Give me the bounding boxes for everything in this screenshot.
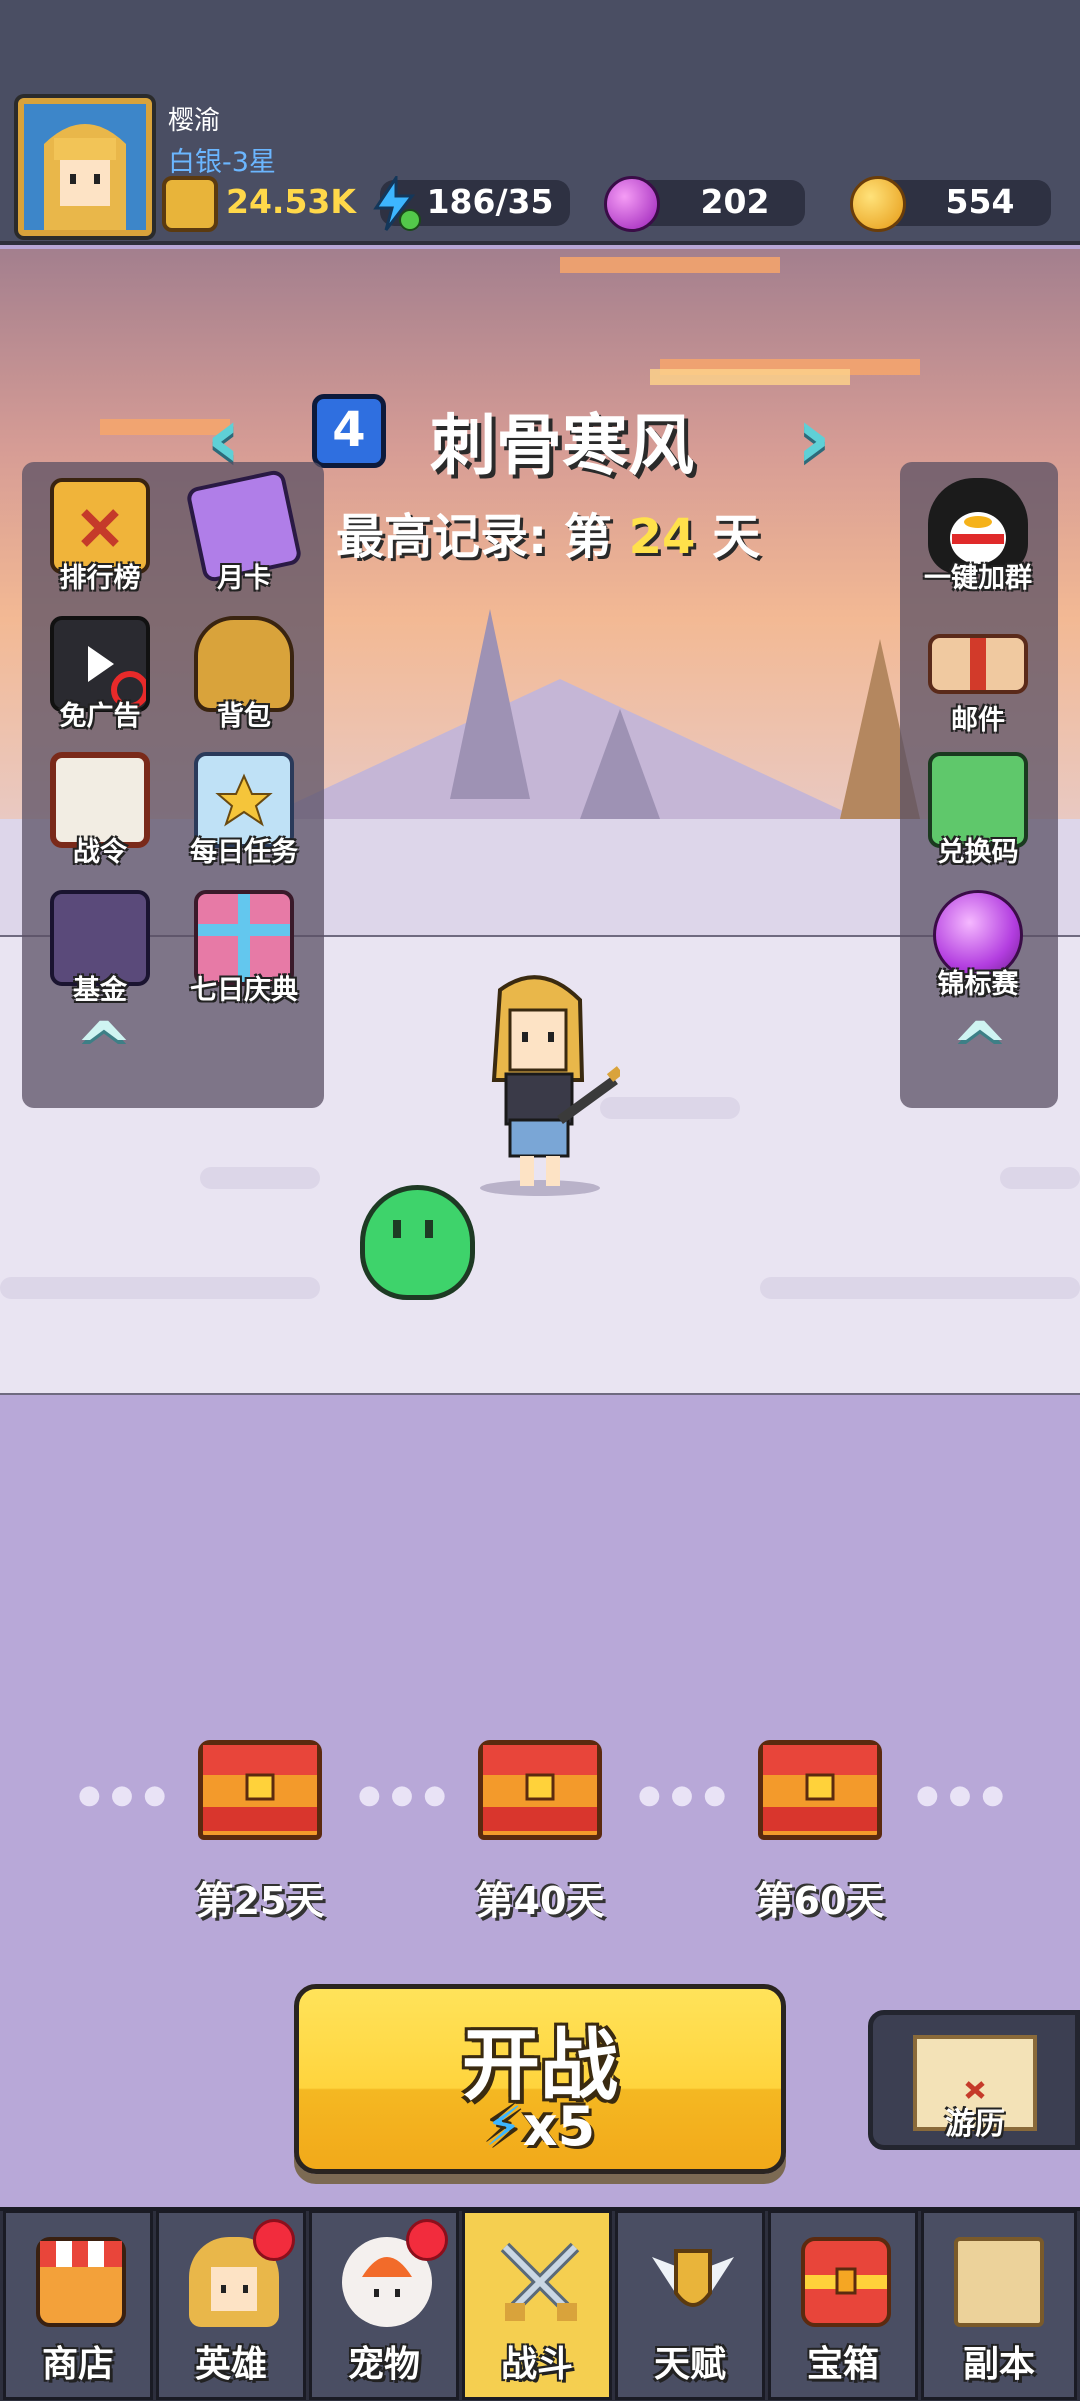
best-record-day: 24 bbox=[628, 509, 696, 565]
collapse-left-chevron-icon[interactable]: ^ bbox=[58, 1013, 150, 1083]
daily-tasks-label: 每日任务 bbox=[190, 837, 298, 868]
player-avatar[interactable] bbox=[18, 98, 152, 236]
purple-gem-icon[interactable] bbox=[604, 176, 660, 232]
reward-chest-40[interactable] bbox=[478, 1740, 602, 1840]
start-battle-button[interactable]: 开战 ⚡x5 bbox=[294, 1984, 786, 2174]
best-record: 最高记录: 第 24 天 bbox=[336, 509, 761, 565]
leaderboard-label: 排行榜 bbox=[59, 563, 141, 594]
reward-label-25: 第25天 bbox=[195, 1879, 325, 1923]
tab-chest-label: 宝箱 bbox=[806, 2344, 879, 2385]
travel-button[interactable]: 游历 bbox=[868, 2010, 1080, 2150]
tab-pet-label: 宠物 bbox=[347, 2344, 420, 2385]
backpack-label: 背包 bbox=[217, 701, 271, 732]
fund-button[interactable]: 基金 bbox=[40, 890, 160, 1007]
top-status-bar: 樱渝 白银-3星 24.53K 186/35 202 554 bbox=[0, 0, 1080, 245]
seven-day-gift-button[interactable]: 七日庆典 bbox=[184, 890, 304, 1007]
redeem-code-label: 兑换码 bbox=[937, 837, 1019, 868]
hero-character bbox=[470, 970, 624, 1200]
fund-label: 基金 bbox=[73, 975, 127, 1006]
no-ads-button[interactable]: 免广告 bbox=[40, 616, 160, 733]
tournament-button[interactable]: 锦标赛 bbox=[918, 890, 1038, 1001]
tab-talent-label: 天赋 bbox=[653, 2344, 726, 2385]
tab-chest[interactable]: 宝箱 bbox=[768, 2210, 918, 2400]
hero-notification-badge bbox=[253, 2219, 295, 2261]
progress-dots: ●●● bbox=[358, 1780, 457, 1810]
crossed-swords-icon bbox=[495, 2237, 585, 2327]
redeem-code-button[interactable]: 兑换码 bbox=[918, 752, 1038, 869]
gold-coin-icon[interactable] bbox=[850, 176, 906, 232]
tab-dungeon[interactable]: 副本 bbox=[921, 2210, 1077, 2400]
tab-dungeon-label: 副本 bbox=[962, 2344, 1035, 2385]
chest-icon bbox=[801, 2237, 891, 2327]
monthly-card-button[interactable]: 月卡 bbox=[184, 468, 304, 595]
reward-label-40: 第40天 bbox=[475, 1879, 605, 1923]
travel-label: 游历 bbox=[945, 2107, 1005, 2142]
progress-dots: ●●● bbox=[916, 1780, 1015, 1810]
tab-battle-label: 战斗 bbox=[500, 2344, 573, 2385]
tab-shop[interactable]: 商店 bbox=[3, 2210, 153, 2400]
mail-label: 邮件 bbox=[951, 705, 1005, 736]
tab-shop-label: 商店 bbox=[41, 2344, 114, 2385]
battle-cost-value: x5 bbox=[522, 2095, 596, 2158]
player-rank: 白银-3星 bbox=[168, 147, 276, 178]
daily-tasks-button[interactable]: 每日任务 bbox=[184, 752, 304, 869]
progress-dots: ●●● bbox=[78, 1780, 177, 1810]
stage-number: 4 bbox=[312, 394, 386, 468]
battle-pass-label: 战令 bbox=[73, 837, 127, 868]
stage-name: 刺骨寒风 bbox=[430, 407, 694, 484]
power-value: 24.53K bbox=[226, 182, 356, 221]
no-ads-label: 免广告 bbox=[59, 701, 141, 732]
lightning-icon: ⚡ bbox=[484, 2095, 523, 2158]
reward-chest-25[interactable] bbox=[198, 1740, 322, 1840]
energy-lightning-icon[interactable] bbox=[366, 173, 422, 232]
energy-value: 186/35 bbox=[426, 182, 554, 221]
gems-value: 202 bbox=[700, 182, 770, 221]
collapse-right-chevron-icon[interactable]: ^ bbox=[934, 1013, 1026, 1083]
player-name: 樱渝 bbox=[168, 106, 221, 136]
monthly-card-label: 月卡 bbox=[217, 563, 271, 594]
next-stage-arrow[interactable]: › bbox=[796, 395, 866, 481]
mail-button[interactable]: 邮件 bbox=[918, 616, 1038, 737]
mail-scroll-icon bbox=[928, 634, 1028, 694]
join-group-label: 一键加群 bbox=[924, 563, 1032, 594]
tab-hero[interactable]: 英雄 bbox=[156, 2210, 306, 2400]
join-group-button[interactable]: 一键加群 bbox=[918, 478, 1038, 595]
tournament-label: 锦标赛 bbox=[937, 969, 1019, 1000]
reward-label-60: 第60天 bbox=[755, 1879, 885, 1923]
progress-dots: ●●● bbox=[638, 1780, 737, 1810]
talent-wings-icon bbox=[648, 2237, 738, 2327]
shop-stall-icon bbox=[36, 2237, 126, 2327]
green-slime-enemy bbox=[360, 1185, 475, 1300]
power-trophy-icon bbox=[162, 176, 218, 232]
tab-battle[interactable]: 战斗 bbox=[462, 2210, 612, 2400]
pet-notification-badge bbox=[406, 2219, 448, 2261]
battle-pass-button[interactable]: 战令 bbox=[40, 752, 160, 869]
backpack-button[interactable]: 背包 bbox=[184, 616, 304, 733]
dungeon-map-icon bbox=[954, 2237, 1044, 2327]
leaderboard-button[interactable]: 排行榜 bbox=[40, 478, 160, 595]
battle-cost: ⚡x5 bbox=[299, 2095, 781, 2158]
reward-chest-60[interactable] bbox=[758, 1740, 882, 1840]
seven-day-gift-label: 七日庆典 bbox=[190, 975, 298, 1006]
tab-talent[interactable]: 天赋 bbox=[615, 2210, 765, 2400]
tab-pet[interactable]: 宠物 bbox=[309, 2210, 459, 2400]
tab-hero-label: 英雄 bbox=[194, 2344, 267, 2385]
coins-value: 554 bbox=[945, 182, 1015, 221]
